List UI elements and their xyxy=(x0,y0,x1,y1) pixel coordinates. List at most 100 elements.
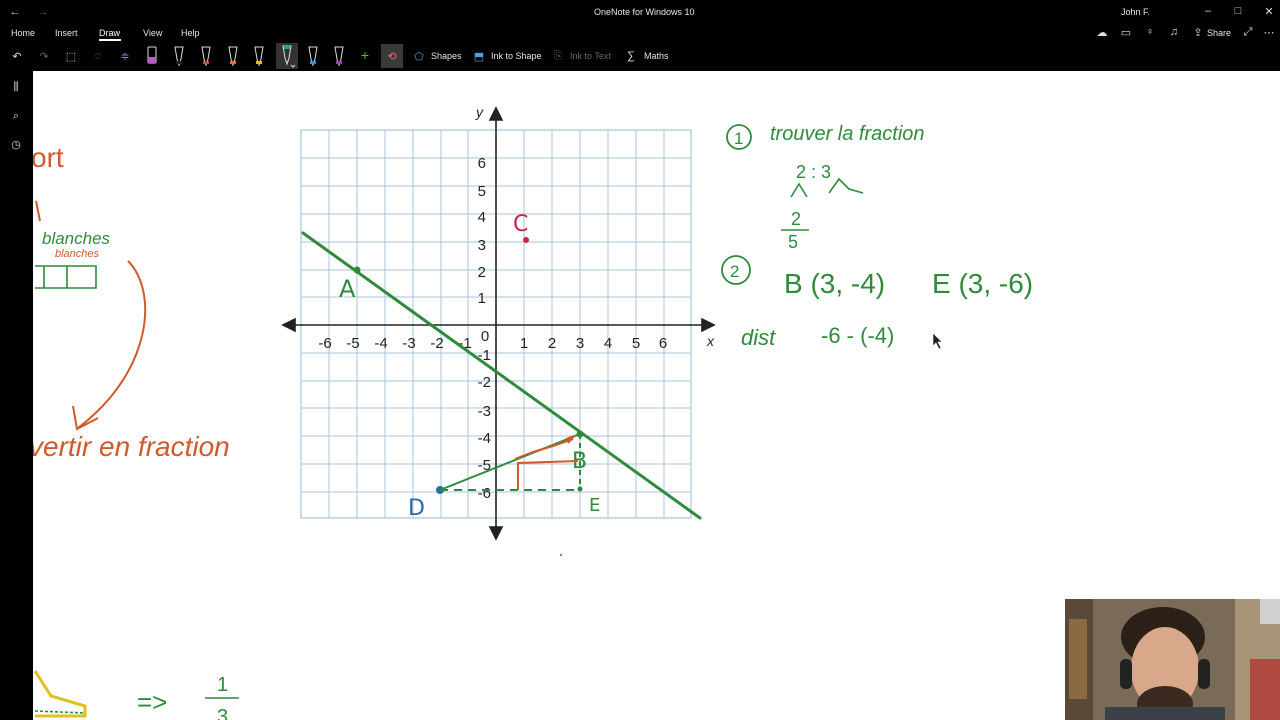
boxes-drawing xyxy=(35,265,97,289)
webcam-overlay xyxy=(1065,599,1280,720)
lasso-select-icon[interactable]: ◌ xyxy=(91,49,105,63)
maths-button[interactable]: Maths xyxy=(644,51,669,61)
y-tick: 1 xyxy=(478,290,486,307)
navigation-sidebar: ⫼ ⌕ ◷ xyxy=(0,71,33,720)
left-notes: ort blanches blanches vertir en fraction… xyxy=(33,142,239,720)
y-tick: -3 xyxy=(478,403,491,420)
expand-icon[interactable]: ⤢ xyxy=(1241,25,1255,39)
y-tick: 6 xyxy=(478,155,486,172)
lightbulb-icon[interactable]: ♀ xyxy=(1143,25,1157,39)
ink-to-text-button[interactable]: Ink to Text xyxy=(570,51,611,61)
mouse-cursor xyxy=(932,332,943,350)
draw-toolbar: ↶ ↷ ⬚ ◌ ≑ + ⟲ ⬠ Shapes ⬒ Ink to Shape ⎘ … xyxy=(0,41,1280,71)
pen-highlighter-purple[interactable] xyxy=(146,45,158,67)
ink-replay-button[interactable]: ⟲ xyxy=(381,44,403,68)
webcam-feed-image xyxy=(1065,599,1280,720)
x-tick: -4 xyxy=(374,335,387,352)
search-icon[interactable]: ⌕ xyxy=(9,109,23,123)
more-icon[interactable]: ⋯ xyxy=(1262,25,1276,39)
convertir-text: vertir en fraction xyxy=(33,431,230,462)
point-c-label: C xyxy=(513,212,528,237)
ink-replay-icon: ⟲ xyxy=(387,50,397,63)
sync-icon[interactable]: ☁ xyxy=(1095,25,1109,39)
share-button[interactable]: Share xyxy=(1207,28,1231,38)
y-tick: -6 xyxy=(478,485,491,502)
graph-axes xyxy=(281,106,716,541)
pen-green-selected[interactable] xyxy=(276,43,298,69)
share-icon[interactable]: ⇪ xyxy=(1191,25,1205,39)
implies-arrow: => xyxy=(137,687,167,717)
maths-icon: ∑ xyxy=(627,50,635,62)
x-axis-label: x xyxy=(706,333,715,349)
undo-icon[interactable]: ↶ xyxy=(10,49,24,63)
blanches-text: blanches xyxy=(42,229,111,248)
dist-expression: -6 - (-4) xyxy=(821,323,894,348)
arrow-head xyxy=(72,405,99,431)
y-tick: 5 xyxy=(478,183,486,200)
y-tick: -4 xyxy=(478,430,491,447)
point-e-dot xyxy=(577,486,583,492)
y-tick: 3 xyxy=(478,237,486,254)
select-objects-icon[interactable]: ⬚ xyxy=(64,49,78,63)
fraction-numerator: 2 xyxy=(791,209,801,229)
forward-arrow-icon[interactable]: → xyxy=(36,5,50,19)
pen-purple[interactable] xyxy=(333,45,345,67)
x-tick: 0 xyxy=(481,328,489,345)
point-c-dot xyxy=(523,237,529,243)
add-pen-icon[interactable]: + xyxy=(358,47,372,63)
step2-number: 2 xyxy=(730,262,739,281)
pen-black[interactable] xyxy=(173,45,185,67)
close-icon[interactable]: ✕ xyxy=(1261,4,1277,18)
x-tick: -5 xyxy=(346,335,359,352)
redo-icon[interactable]: ↷ xyxy=(37,49,51,63)
tab-insert[interactable]: Insert xyxy=(55,28,78,38)
tab-draw[interactable]: Draw xyxy=(99,28,120,38)
x-tick: 6 xyxy=(659,335,667,352)
point-a-label: A xyxy=(339,275,356,303)
pen-yellow[interactable] xyxy=(253,45,265,67)
fragment-ort: ort xyxy=(33,142,64,173)
shapes-icon: ⬠ xyxy=(414,50,424,63)
pen-red[interactable] xyxy=(200,45,212,67)
tab-help[interactable]: Help xyxy=(181,28,200,38)
user-name[interactable]: John F. xyxy=(1121,7,1150,17)
line-through-a-b xyxy=(301,231,702,520)
ink-to-shape-icon: ⬒ xyxy=(473,50,485,63)
bell-icon[interactable]: ♫ xyxy=(1167,25,1181,39)
y-tick: 2 xyxy=(478,264,486,281)
recent-icon[interactable]: ◷ xyxy=(9,137,23,151)
insert-space-icon[interactable]: ≑ xyxy=(118,49,132,63)
bottom-fraction-den: 3 xyxy=(217,706,228,720)
pen-blue[interactable] xyxy=(307,45,319,67)
point-a-dot xyxy=(353,266,361,274)
ribbon-tabs: Home Insert Draw View Help ☁ ▭ ♀ ♫ ⇪ Sha… xyxy=(0,24,1280,41)
step1-number: 1 xyxy=(734,129,743,148)
coord-e: E (3, -6) xyxy=(932,268,1033,299)
point-d-label: D xyxy=(408,496,425,521)
fragment-stroke xyxy=(35,200,41,222)
tab-view[interactable]: View xyxy=(143,28,162,38)
ink-to-shape-button[interactable]: Ink to Shape xyxy=(491,51,542,61)
title-bar: ← → OneNote for Windows 10 John F. – □ ✕ xyxy=(0,0,1280,24)
right-notes: 1 trouver la fraction 2 : 3 2 5 2 B (3, … xyxy=(721,123,1033,350)
x-tick: 1 xyxy=(520,335,528,352)
step1-text: trouver la fraction xyxy=(770,123,925,145)
bottom-left-scribble-green xyxy=(34,710,86,714)
notebook-icon[interactable]: ▭ xyxy=(1119,25,1133,39)
tab-home[interactable]: Home xyxy=(11,28,35,38)
x-tick: 3 xyxy=(576,335,584,352)
back-arrow-icon[interactable]: ← xyxy=(8,5,22,19)
curved-arrow xyxy=(77,260,147,429)
y-tick: -2 xyxy=(478,374,491,391)
ink-to-text-icon: ⎘ xyxy=(553,49,563,62)
blanches-text-small: blanches xyxy=(55,248,100,260)
fraction-denominator: 5 xyxy=(788,232,798,252)
shapes-button[interactable]: Shapes xyxy=(431,51,462,61)
x-tick: -6 xyxy=(318,335,331,352)
minimize-icon[interactable]: – xyxy=(1200,4,1216,18)
pen-orange[interactable] xyxy=(227,45,239,67)
notebooks-icon[interactable]: ⫼ xyxy=(9,80,23,94)
maximize-icon[interactable]: □ xyxy=(1230,4,1246,18)
point-e-label: E xyxy=(589,495,600,516)
x-tick: 5 xyxy=(632,335,640,352)
